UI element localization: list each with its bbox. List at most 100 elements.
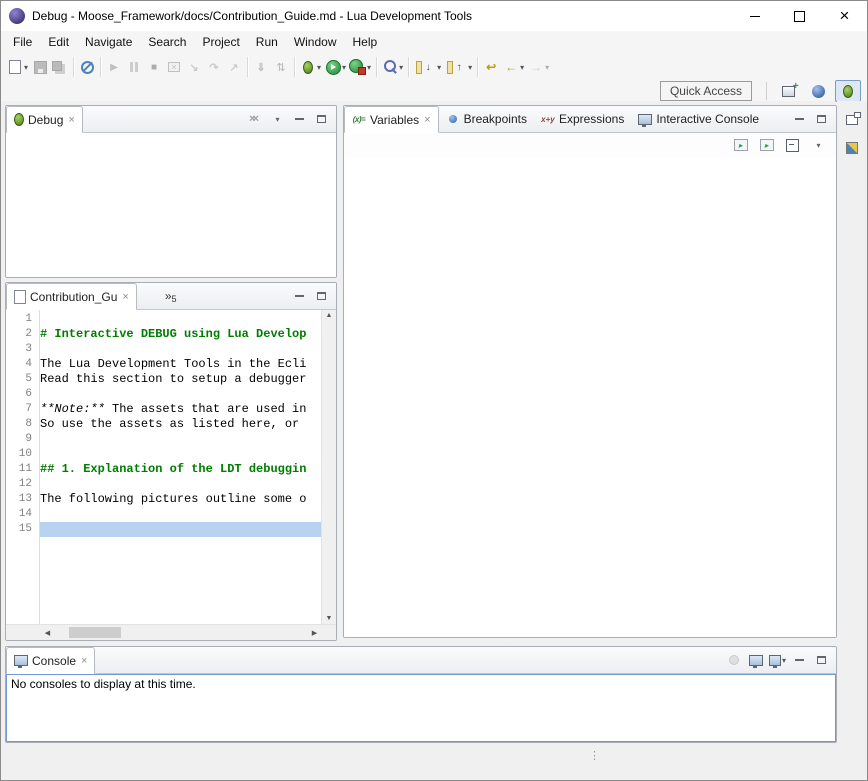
tabbar-spacer (183, 283, 291, 309)
dropdown-caret-icon[interactable]: ▾ (24, 63, 28, 72)
variables-actions (791, 106, 836, 132)
dropdown-caret-icon[interactable]: ▾ (782, 656, 786, 665)
minimize-view-button[interactable] (291, 111, 308, 127)
dropdown-caret-icon[interactable]: ▾ (317, 63, 321, 72)
close-icon[interactable]: × (424, 114, 430, 126)
maximize-view-button[interactable] (313, 288, 330, 304)
minimize-view-button[interactable] (791, 111, 808, 127)
tab-breakpoints[interactable]: Breakpoints (439, 106, 534, 132)
view-menu-button[interactable]: ▾ (269, 111, 286, 127)
collapse-all-button[interactable] (784, 137, 801, 153)
pin-console-button[interactable] (725, 652, 742, 668)
menu-run[interactable]: Run (248, 32, 286, 52)
tab-expressions[interactable]: x+yExpressions (534, 106, 631, 132)
scroll-up-icon[interactable]: ▲ (326, 312, 333, 319)
tab-contribution-guide[interactable]: Contribution_Gu × (6, 283, 137, 310)
editor-lines[interactable]: # Interactive DEBUG using Lua DevelopThe… (40, 310, 321, 624)
minimized-view-button[interactable] (841, 137, 863, 159)
maximize-view-button[interactable] (313, 111, 330, 127)
dropdown-caret-icon[interactable]: ▾ (545, 63, 549, 72)
editor-vertical-scrollbar[interactable]: ▲ ▼ (321, 310, 336, 624)
dropdown-caret-icon[interactable]: ▾ (367, 63, 371, 72)
menu-window[interactable]: Window (286, 32, 345, 52)
menu-navigate[interactable]: Navigate (77, 32, 140, 52)
scroll-down-icon[interactable]: ▼ (326, 615, 333, 622)
debug-button[interactable]: ▾ (298, 55, 323, 79)
dropdown-caret-icon[interactable]: ▾ (468, 63, 472, 72)
dropdown-caret-icon[interactable]: ▾ (437, 63, 441, 72)
back-button[interactable]: ←▾ (501, 55, 526, 79)
editor-text: The following pictures outline some o (40, 492, 306, 506)
open-perspective-button[interactable] (775, 80, 801, 102)
search-button[interactable]: ▾ (380, 55, 405, 79)
editor-text: ## 1. Explanation of the LDT debuggin (40, 462, 306, 476)
skip-all-breakpoints-button[interactable] (77, 55, 97, 79)
scrollbar-thumb[interactable] (69, 627, 121, 638)
use-step-filters-button[interactable]: ⇅ (271, 55, 291, 79)
close-icon[interactable]: × (122, 291, 128, 303)
run-button[interactable]: ▾ (323, 55, 348, 79)
next-annotation-button[interactable]: ↓▾ (412, 55, 443, 79)
editor-horizontal-scrollbar[interactable]: ◀ ▶ (6, 624, 336, 640)
save-all-button[interactable] (50, 55, 70, 79)
last-edit-location-button[interactable]: ↩ (481, 55, 501, 79)
editor-gutter: 123456789101112131415 (6, 310, 40, 624)
scroll-right-icon[interactable]: ▶ (307, 625, 322, 640)
restore-minimized-view-button[interactable] (841, 109, 863, 131)
external-tools-button[interactable]: ▾ (348, 55, 373, 79)
disconnect-button[interactable] (164, 55, 184, 79)
trim-drag-handle[interactable]: ⋮ (589, 753, 600, 759)
new-wizard-button[interactable]: ▾ (5, 55, 30, 79)
step-return-button[interactable]: ↗ (224, 55, 244, 79)
minimize-window-button[interactable] (732, 1, 777, 31)
debug-perspective-button[interactable] (835, 80, 861, 102)
ldt-perspective-icon (812, 85, 825, 98)
close-icon[interactable]: × (68, 114, 74, 126)
menu-project[interactable]: Project (194, 32, 247, 52)
minimize-view-button[interactable] (791, 652, 808, 668)
tab-variables[interactable]: (x)=Variables× (344, 106, 439, 133)
resume-button[interactable]: ▶ (104, 55, 124, 79)
terminate-button[interactable]: ■ (144, 55, 164, 79)
hidden-editors-chevron[interactable]: » 5 (159, 283, 183, 309)
save-button[interactable] (30, 55, 50, 79)
scrollbar-corner (6, 625, 40, 640)
minimize-view-button[interactable] (291, 288, 308, 304)
dropdown-caret-icon[interactable]: ▾ (342, 63, 346, 72)
line-number: 4 (6, 357, 39, 372)
tab-debug[interactable]: Debug × (6, 106, 83, 133)
step-over-button[interactable]: ↷ (204, 55, 224, 79)
dropdown-caret-icon[interactable]: ▾ (399, 63, 403, 72)
ldt-perspective-button[interactable] (805, 80, 831, 102)
toolbar-separator (73, 57, 74, 77)
editor-line-6 (40, 387, 321, 402)
tab-console[interactable]: Console × (6, 647, 95, 674)
show-type-names-button[interactable]: ▸ (732, 137, 749, 153)
maximize-window-button[interactable] (777, 1, 822, 31)
scrollbar-track[interactable] (55, 625, 307, 640)
close-icon[interactable]: × (81, 655, 87, 667)
open-console-button[interactable]: ▾ (769, 652, 786, 668)
maximize-view-button[interactable] (813, 111, 830, 127)
scroll-left-icon[interactable]: ◀ (40, 625, 55, 640)
view-menu-button[interactable]: ▾ (810, 137, 827, 153)
show-logical-structures-button[interactable]: ▸ (758, 137, 775, 153)
line-number: 9 (6, 432, 39, 447)
editor-tabbar: Contribution_Gu × » 5 (6, 283, 336, 310)
drop-to-frame-button[interactable]: ⇓ (251, 55, 271, 79)
display-selected-console-button[interactable] (747, 652, 764, 668)
suspend-button[interactable] (124, 55, 144, 79)
step-into-button[interactable]: ↘ (184, 55, 204, 79)
menu-search[interactable]: Search (140, 32, 194, 52)
menu-help[interactable]: Help (345, 32, 386, 52)
tab-interactive-console[interactable]: Interactive Console (631, 106, 766, 132)
menu-file[interactable]: File (5, 32, 40, 52)
remove-all-terminated-button[interactable]: ×× (244, 111, 264, 127)
previous-annotation-button[interactable]: ↑▾ (443, 55, 474, 79)
quick-access-input[interactable]: Quick Access (660, 81, 752, 101)
dropdown-caret-icon[interactable]: ▾ (520, 63, 524, 72)
maximize-view-button[interactable] (813, 652, 830, 668)
menu-edit[interactable]: Edit (40, 32, 77, 52)
forward-button[interactable]: →▾ (526, 55, 551, 79)
close-window-button[interactable]: × (822, 1, 867, 31)
